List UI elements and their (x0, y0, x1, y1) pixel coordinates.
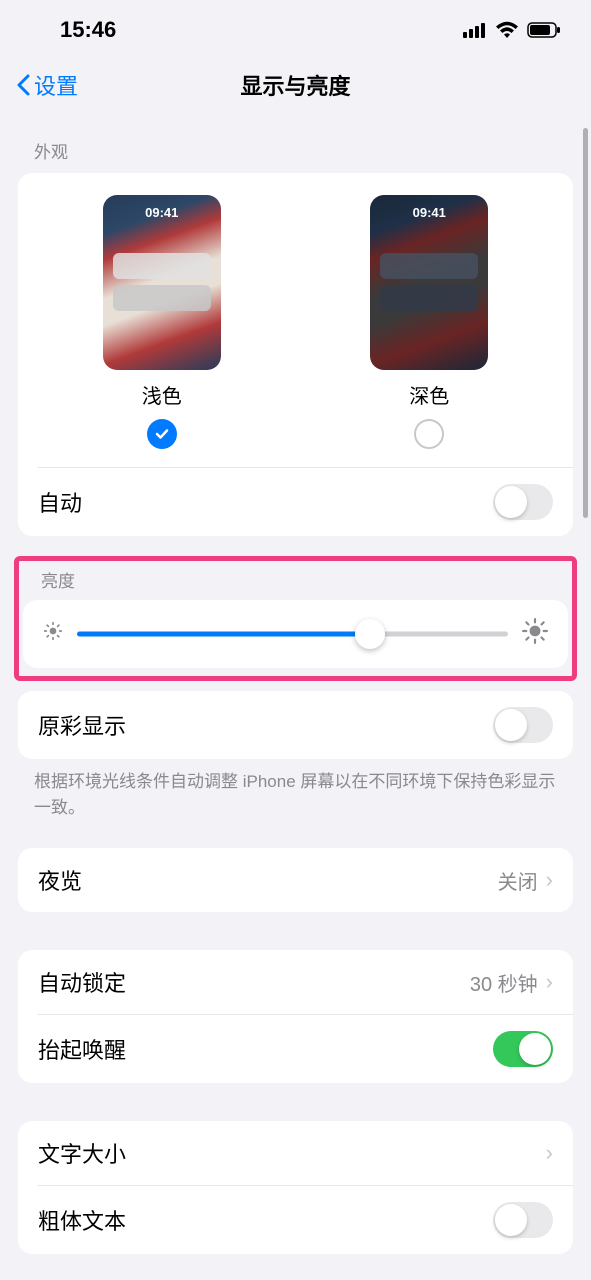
boldtext-label: 粗体文本 (38, 1204, 126, 1236)
scroll-indicator[interactable] (583, 128, 588, 518)
appearance-light-option[interactable]: 09:41 浅色 (103, 195, 221, 449)
back-button[interactable]: 设置 (16, 69, 78, 101)
appearance-row: 09:41 浅色 09:41 深色 (18, 173, 573, 467)
sun-small-icon (43, 621, 63, 647)
brightness-slider-row (23, 600, 568, 668)
brightness-slider[interactable] (77, 622, 508, 646)
truetone-desc: 根据环境光线条件自动调整 iPhone 屏幕以在不同环境下保持色彩显示一致。 (0, 759, 591, 830)
boldtext-toggle[interactable] (493, 1202, 553, 1238)
light-label: 浅色 (142, 380, 182, 409)
appearance-group: 09:41 浅色 09:41 深色 自动 (18, 173, 573, 536)
back-label: 设置 (34, 69, 78, 101)
nightshift-label: 夜览 (38, 864, 82, 896)
sun-large-icon (522, 618, 548, 650)
dark-preview: 09:41 (370, 195, 488, 370)
autolock-label: 自动锁定 (38, 966, 126, 998)
truetone-row[interactable]: 原彩显示 (18, 691, 573, 759)
raisewake-toggle[interactable] (493, 1031, 553, 1067)
truetone-toggle[interactable] (493, 707, 553, 743)
autolock-value: 30 秒钟 › (470, 968, 553, 997)
appearance-header: 外观 (0, 110, 591, 173)
textsize-row[interactable]: 文字大小 › (18, 1121, 573, 1185)
preview-time: 09:41 (103, 195, 221, 220)
checkmark-icon (154, 426, 170, 442)
nightshift-group: 夜览 关闭 › (18, 848, 573, 912)
lock-group: 自动锁定 30 秒钟 › 抬起唤醒 (18, 950, 573, 1083)
auto-appearance-row[interactable]: 自动 (18, 468, 573, 536)
brightness-header: 亮度 (23, 567, 568, 600)
dark-radio[interactable] (414, 419, 444, 449)
appearance-dark-option[interactable]: 09:41 深色 (370, 195, 488, 449)
light-preview: 09:41 (103, 195, 221, 370)
wifi-icon (495, 21, 519, 39)
boldtext-row[interactable]: 粗体文本 (18, 1186, 573, 1254)
auto-label: 自动 (38, 486, 82, 518)
raisewake-label: 抬起唤醒 (38, 1033, 126, 1065)
status-icons (463, 21, 561, 39)
dark-label: 深色 (409, 380, 449, 409)
chevron-right-icon: › (546, 867, 553, 893)
nightshift-value: 关闭 › (498, 866, 553, 895)
auto-toggle[interactable] (493, 484, 553, 520)
preview-time: 09:41 (370, 195, 488, 220)
textsize-label: 文字大小 (38, 1137, 126, 1169)
status-bar: 15:46 (0, 0, 591, 60)
raisewake-row[interactable]: 抬起唤醒 (18, 1015, 573, 1083)
brightness-highlight: 亮度 (14, 556, 577, 681)
text-group: 文字大小 › 粗体文本 (18, 1121, 573, 1254)
autolock-row[interactable]: 自动锁定 30 秒钟 › (18, 950, 573, 1014)
truetone-label: 原彩显示 (38, 709, 126, 741)
cellular-icon (463, 22, 487, 38)
nightshift-row[interactable]: 夜览 关闭 › (18, 848, 573, 912)
chevron-right-icon: › (546, 1140, 553, 1166)
truetone-group: 原彩显示 (18, 691, 573, 759)
page-title: 显示与亮度 (240, 69, 350, 101)
nav-bar: 设置 显示与亮度 (0, 60, 591, 110)
chevron-left-icon (16, 74, 30, 96)
chevron-right-icon: › (546, 969, 553, 995)
status-time: 15:46 (60, 17, 116, 43)
battery-icon (527, 22, 561, 38)
light-radio[interactable] (147, 419, 177, 449)
